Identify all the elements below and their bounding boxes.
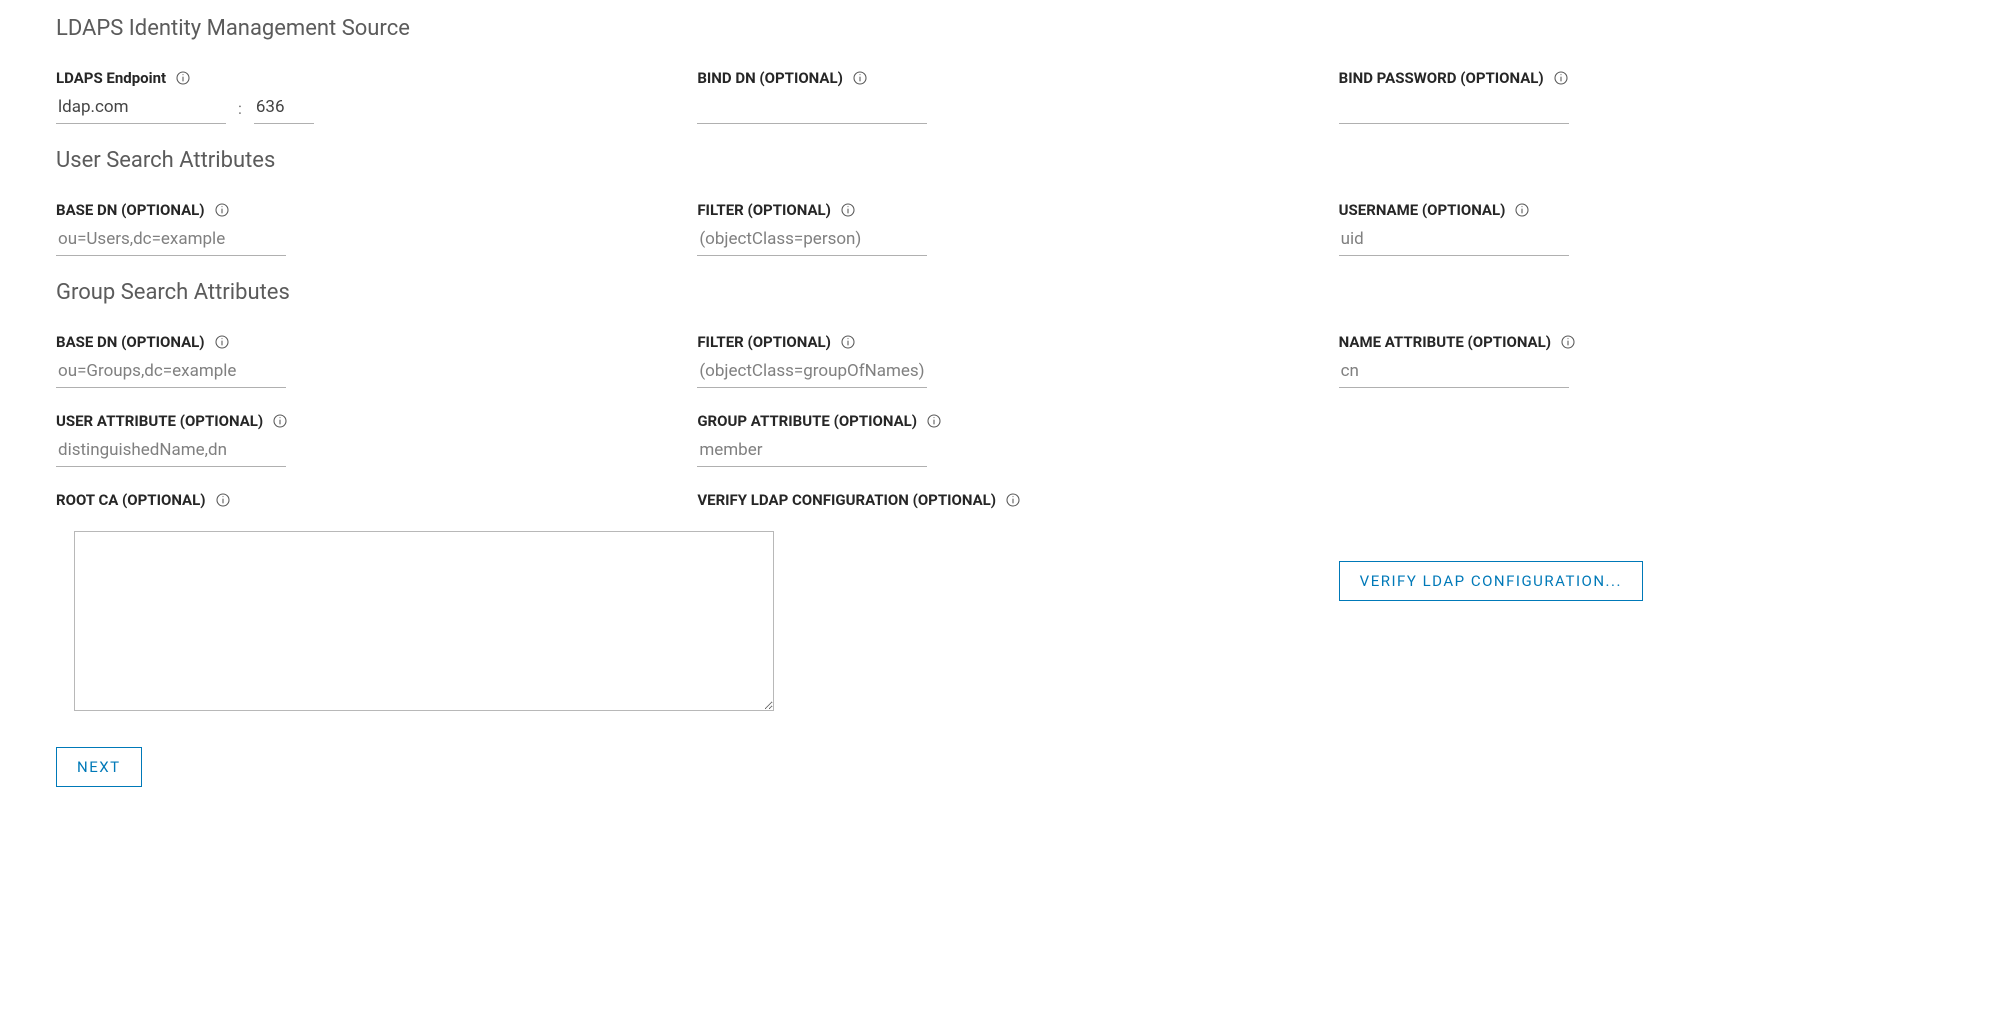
info-icon[interactable] [1513,201,1531,219]
bind-dn-label: BIND DN (OPTIONAL) [697,69,1298,87]
identity-section-title: LDAPS Identity Management Source [56,16,1940,41]
bind-dn-label-text: BIND DN (OPTIONAL) [697,69,843,87]
group-filter-label: FILTER (OPTIONAL) [697,333,1298,351]
verify-ldap-label: VERIFY LDAP CONFIGURATION (OPTIONAL) [697,491,1298,509]
info-icon[interactable] [213,201,231,219]
name-attribute-input[interactable] [1339,357,1569,388]
root-ca-textarea[interactable] [74,531,774,711]
ldaps-host-input[interactable] [56,93,226,124]
group-search-section-title: Group Search Attributes [56,280,1940,305]
endpoint-separator: : [238,99,242,124]
info-icon[interactable] [1559,333,1577,351]
user-filter-input[interactable] [697,225,927,256]
group-filter-input[interactable] [697,357,927,388]
bind-password-label: BIND PASSWORD (OPTIONAL) [1339,69,1940,87]
info-icon[interactable] [839,201,857,219]
info-icon[interactable] [214,491,232,509]
user-base-dn-label: BASE DN (OPTIONAL) [56,201,657,219]
group-base-dn-label: BASE DN (OPTIONAL) [56,333,657,351]
info-icon[interactable] [925,412,943,430]
next-button[interactable]: NEXT [56,747,142,787]
verify-ldap-button[interactable]: VERIFY LDAP CONFIGURATION... [1339,561,1643,601]
root-ca-label-text: ROOT CA (OPTIONAL) [56,491,206,509]
username-input[interactable] [1339,225,1569,256]
username-label-text: USERNAME (OPTIONAL) [1339,201,1506,219]
username-label: USERNAME (OPTIONAL) [1339,201,1940,219]
ldaps-port-input[interactable] [254,93,314,124]
user-base-dn-label-text: BASE DN (OPTIONAL) [56,201,205,219]
user-filter-label-text: FILTER (OPTIONAL) [697,201,831,219]
ldaps-endpoint-label-text: LDAPS Endpoint [56,69,166,87]
info-icon[interactable] [851,69,869,87]
bind-dn-input[interactable] [697,93,927,124]
info-icon[interactable] [271,412,289,430]
name-attribute-label: NAME ATTRIBUTE (OPTIONAL) [1339,333,1940,351]
group-attribute-input[interactable] [697,436,927,467]
info-icon[interactable] [1004,491,1022,509]
group-base-dn-input[interactable] [56,357,286,388]
info-icon[interactable] [839,333,857,351]
root-ca-label: ROOT CA (OPTIONAL) [56,491,657,509]
info-icon[interactable] [1552,69,1570,87]
group-attribute-label-text: GROUP ATTRIBUTE (OPTIONAL) [697,412,917,430]
user-filter-label: FILTER (OPTIONAL) [697,201,1298,219]
info-icon[interactable] [174,69,192,87]
bind-password-label-text: BIND PASSWORD (OPTIONAL) [1339,69,1544,87]
user-attribute-input[interactable] [56,436,286,467]
user-search-section-title: User Search Attributes [56,148,1940,173]
ldaps-endpoint-label: LDAPS Endpoint [56,69,657,87]
group-filter-label-text: FILTER (OPTIONAL) [697,333,831,351]
user-base-dn-input[interactable] [56,225,286,256]
user-attribute-label-text: USER ATTRIBUTE (OPTIONAL) [56,412,263,430]
info-icon[interactable] [213,333,231,351]
user-attribute-label: USER ATTRIBUTE (OPTIONAL) [56,412,657,430]
group-attribute-label: GROUP ATTRIBUTE (OPTIONAL) [697,412,1298,430]
name-attribute-label-text: NAME ATTRIBUTE (OPTIONAL) [1339,333,1551,351]
bind-password-input[interactable] [1339,93,1569,124]
group-base-dn-label-text: BASE DN (OPTIONAL) [56,333,205,351]
verify-ldap-label-text: VERIFY LDAP CONFIGURATION (OPTIONAL) [697,491,996,509]
